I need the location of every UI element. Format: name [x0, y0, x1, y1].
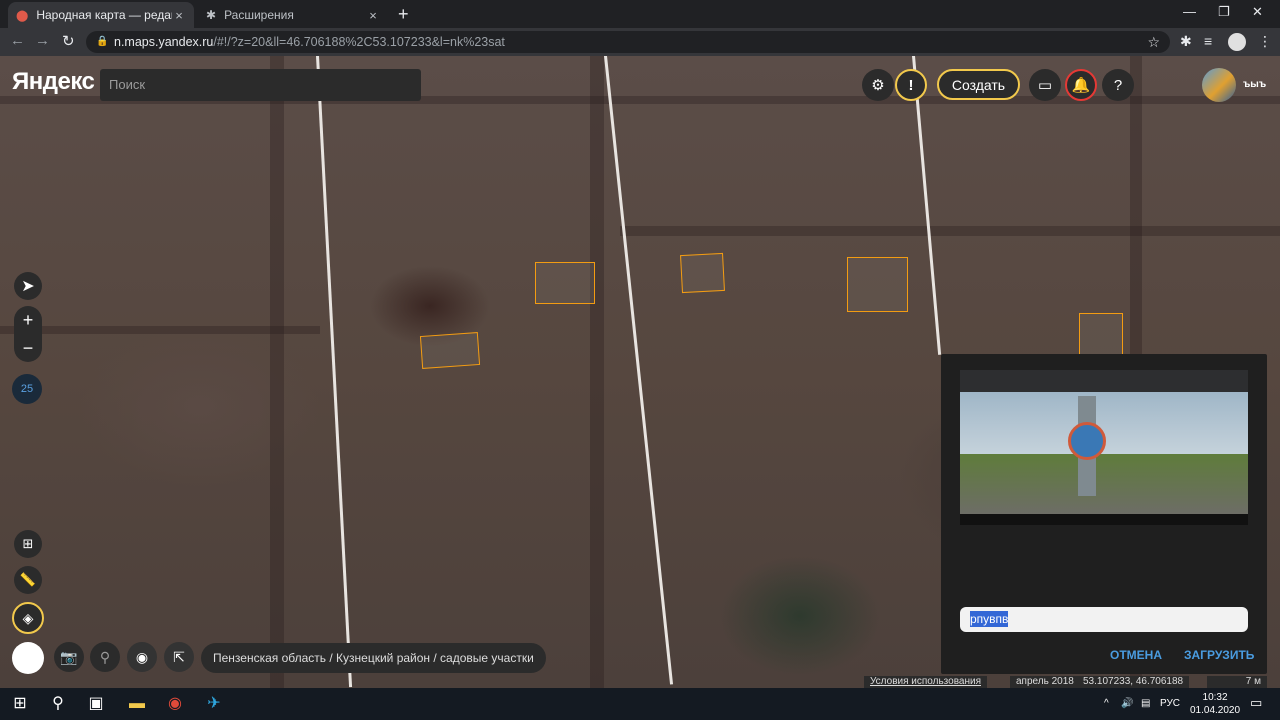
tab-narodnaya-karta[interactable]: ⬤ Народная карта — редактор Ян × [8, 2, 194, 28]
imagery-date: апрель 2018 [1010, 676, 1080, 688]
forward-icon[interactable]: → [35, 32, 50, 49]
building-outline[interactable] [680, 252, 725, 294]
grid-select-icon[interactable]: ⊞ [14, 530, 42, 558]
photo-upload-dialog: рпувпв [941, 354, 1267, 674]
search-icon[interactable]: ⚲ [48, 694, 68, 714]
cancel-button[interactable]: ОТМЕНА [1110, 648, 1162, 662]
zoom-controls: + − [14, 306, 42, 362]
ruler-icon[interactable]: 📏 [14, 566, 42, 594]
maximize-icon[interactable]: ❐ [1218, 4, 1230, 20]
road-line [604, 56, 674, 685]
camera-icon[interactable]: 📷 [54, 642, 84, 672]
windows-start-icon[interactable]: ⊞ [10, 694, 30, 714]
building-outline[interactable] [535, 262, 595, 304]
breadcrumb[interactable]: Пензенская область / Кузнецкий район / с… [201, 643, 546, 673]
map-pin-icon: ⬤ [16, 9, 29, 22]
photo-caption-input[interactable]: рпувпв [960, 607, 1248, 632]
help-button[interactable]: ? [1102, 69, 1134, 101]
tab-extensions[interactable]: ✱ Расширения × [198, 2, 388, 28]
task-view-icon[interactable]: ▣ [86, 694, 106, 714]
chat-icon[interactable]: ▭ [1029, 69, 1061, 101]
road-line [316, 56, 353, 688]
tab-title: Расширения [224, 8, 294, 22]
address-bar[interactable]: 🔒 n.maps.yandex.ru/#!/?z=20&ll=46.706188… [86, 31, 1170, 53]
tab-title: Народная карта — редактор Ян [36, 8, 172, 22]
upload-button[interactable]: ЗАГРУЗИТЬ [1184, 648, 1254, 662]
language-indicator[interactable]: РУС [1160, 698, 1180, 709]
search-input[interactable]: Поиск [100, 69, 421, 101]
browser-tabstrip: ⬤ Народная карта — редактор Ян × ✱ Расши… [0, 0, 1280, 28]
user-avatar[interactable] [1202, 68, 1236, 102]
color-mode-button[interactable] [12, 642, 44, 674]
settings-gear-icon[interactable]: ⚙ [862, 69, 894, 101]
back-icon[interactable]: ← [10, 32, 25, 49]
zoom-level-badge: 25 [12, 374, 42, 404]
speaker-icon[interactable]: 🔊 [1121, 698, 1133, 709]
cursor-coordinates: 53.107233, 46.706188 [1077, 676, 1190, 688]
menu-kebab-icon[interactable]: ⋮ [1258, 33, 1272, 50]
alert-button[interactable]: ! [895, 69, 927, 101]
chrome-icon[interactable]: ◉ [165, 694, 185, 714]
url-path: /#!/?z=20&ll=46.706188%2C53.107233&l=nk%… [213, 35, 505, 49]
browser-toolbar: ← → ↻ 🔒 n.maps.yandex.ru/#!/?z=20&ll=46.… [0, 28, 1280, 56]
reload-icon[interactable]: ↻ [62, 32, 75, 50]
media-controls-icon[interactable]: ≡ [1204, 33, 1212, 49]
bell-icon[interactable]: 🔔 [1065, 69, 1097, 101]
new-tab-button[interactable]: + [398, 4, 409, 25]
profile-avatar[interactable] [1228, 33, 1246, 51]
minimize-icon[interactable]: — [1183, 4, 1196, 19]
puzzle-icon: ✱ [206, 8, 217, 22]
file-explorer-icon[interactable]: ▬ [127, 694, 147, 714]
windows-taskbar: ⊞ ⚲ ▣ ▬ ◉ ✈ ^ 🔊 ▤ РУС 10:32 01.04.2020 ▭ [0, 688, 1280, 720]
yandex-logo[interactable]: Яндекс [12, 68, 95, 96]
geolocation-icon[interactable]: ➤ [14, 272, 42, 300]
username[interactable]: ъыъ [1243, 79, 1266, 90]
clock-time: 10:32 [1202, 692, 1228, 703]
layers-icon[interactable]: ◈ [12, 602, 44, 634]
building-outline[interactable] [847, 257, 908, 312]
panorama-person-icon[interactable]: ⚲ [90, 642, 120, 672]
notifications-icon[interactable]: ▭ [1250, 695, 1262, 711]
url-host: n.maps.yandex.ru [114, 35, 214, 49]
tray-arrow-icon[interactable]: ^ [1104, 698, 1109, 709]
telegram-icon[interactable]: ✈ [204, 694, 224, 714]
zoom-in-button[interactable]: + [14, 306, 42, 334]
uploaded-photo-preview [960, 370, 1248, 525]
map-scale: 7 м [1207, 676, 1267, 688]
close-tab-icon[interactable]: × [366, 8, 380, 23]
bookmark-star-icon[interactable]: ☆ [1147, 31, 1160, 53]
lock-icon: 🔒 [96, 36, 109, 47]
building-outline[interactable] [419, 332, 481, 369]
clock-date: 01.04.2020 [1190, 705, 1241, 716]
extensions-icon[interactable]: ✱ [1180, 33, 1192, 50]
satellite-map[interactable]: Яндекс Поиск ⚙ ! Создать ▭ 🔔 ? ъыъ ➤ + −… [0, 56, 1280, 688]
terms-link[interactable]: Условия использования [864, 676, 987, 688]
external-link-icon[interactable]: ⇱ [164, 642, 194, 672]
network-icon[interactable]: ▤ [1141, 698, 1150, 709]
clock[interactable]: 10:32 01.04.2020 [1190, 691, 1240, 717]
create-button[interactable]: Создать [937, 69, 1020, 100]
close-window-icon[interactable]: ✕ [1252, 4, 1263, 20]
place-pin-icon[interactable]: ◉ [127, 642, 157, 672]
zoom-out-button[interactable]: − [14, 334, 42, 362]
close-tab-icon[interactable]: × [172, 8, 186, 23]
